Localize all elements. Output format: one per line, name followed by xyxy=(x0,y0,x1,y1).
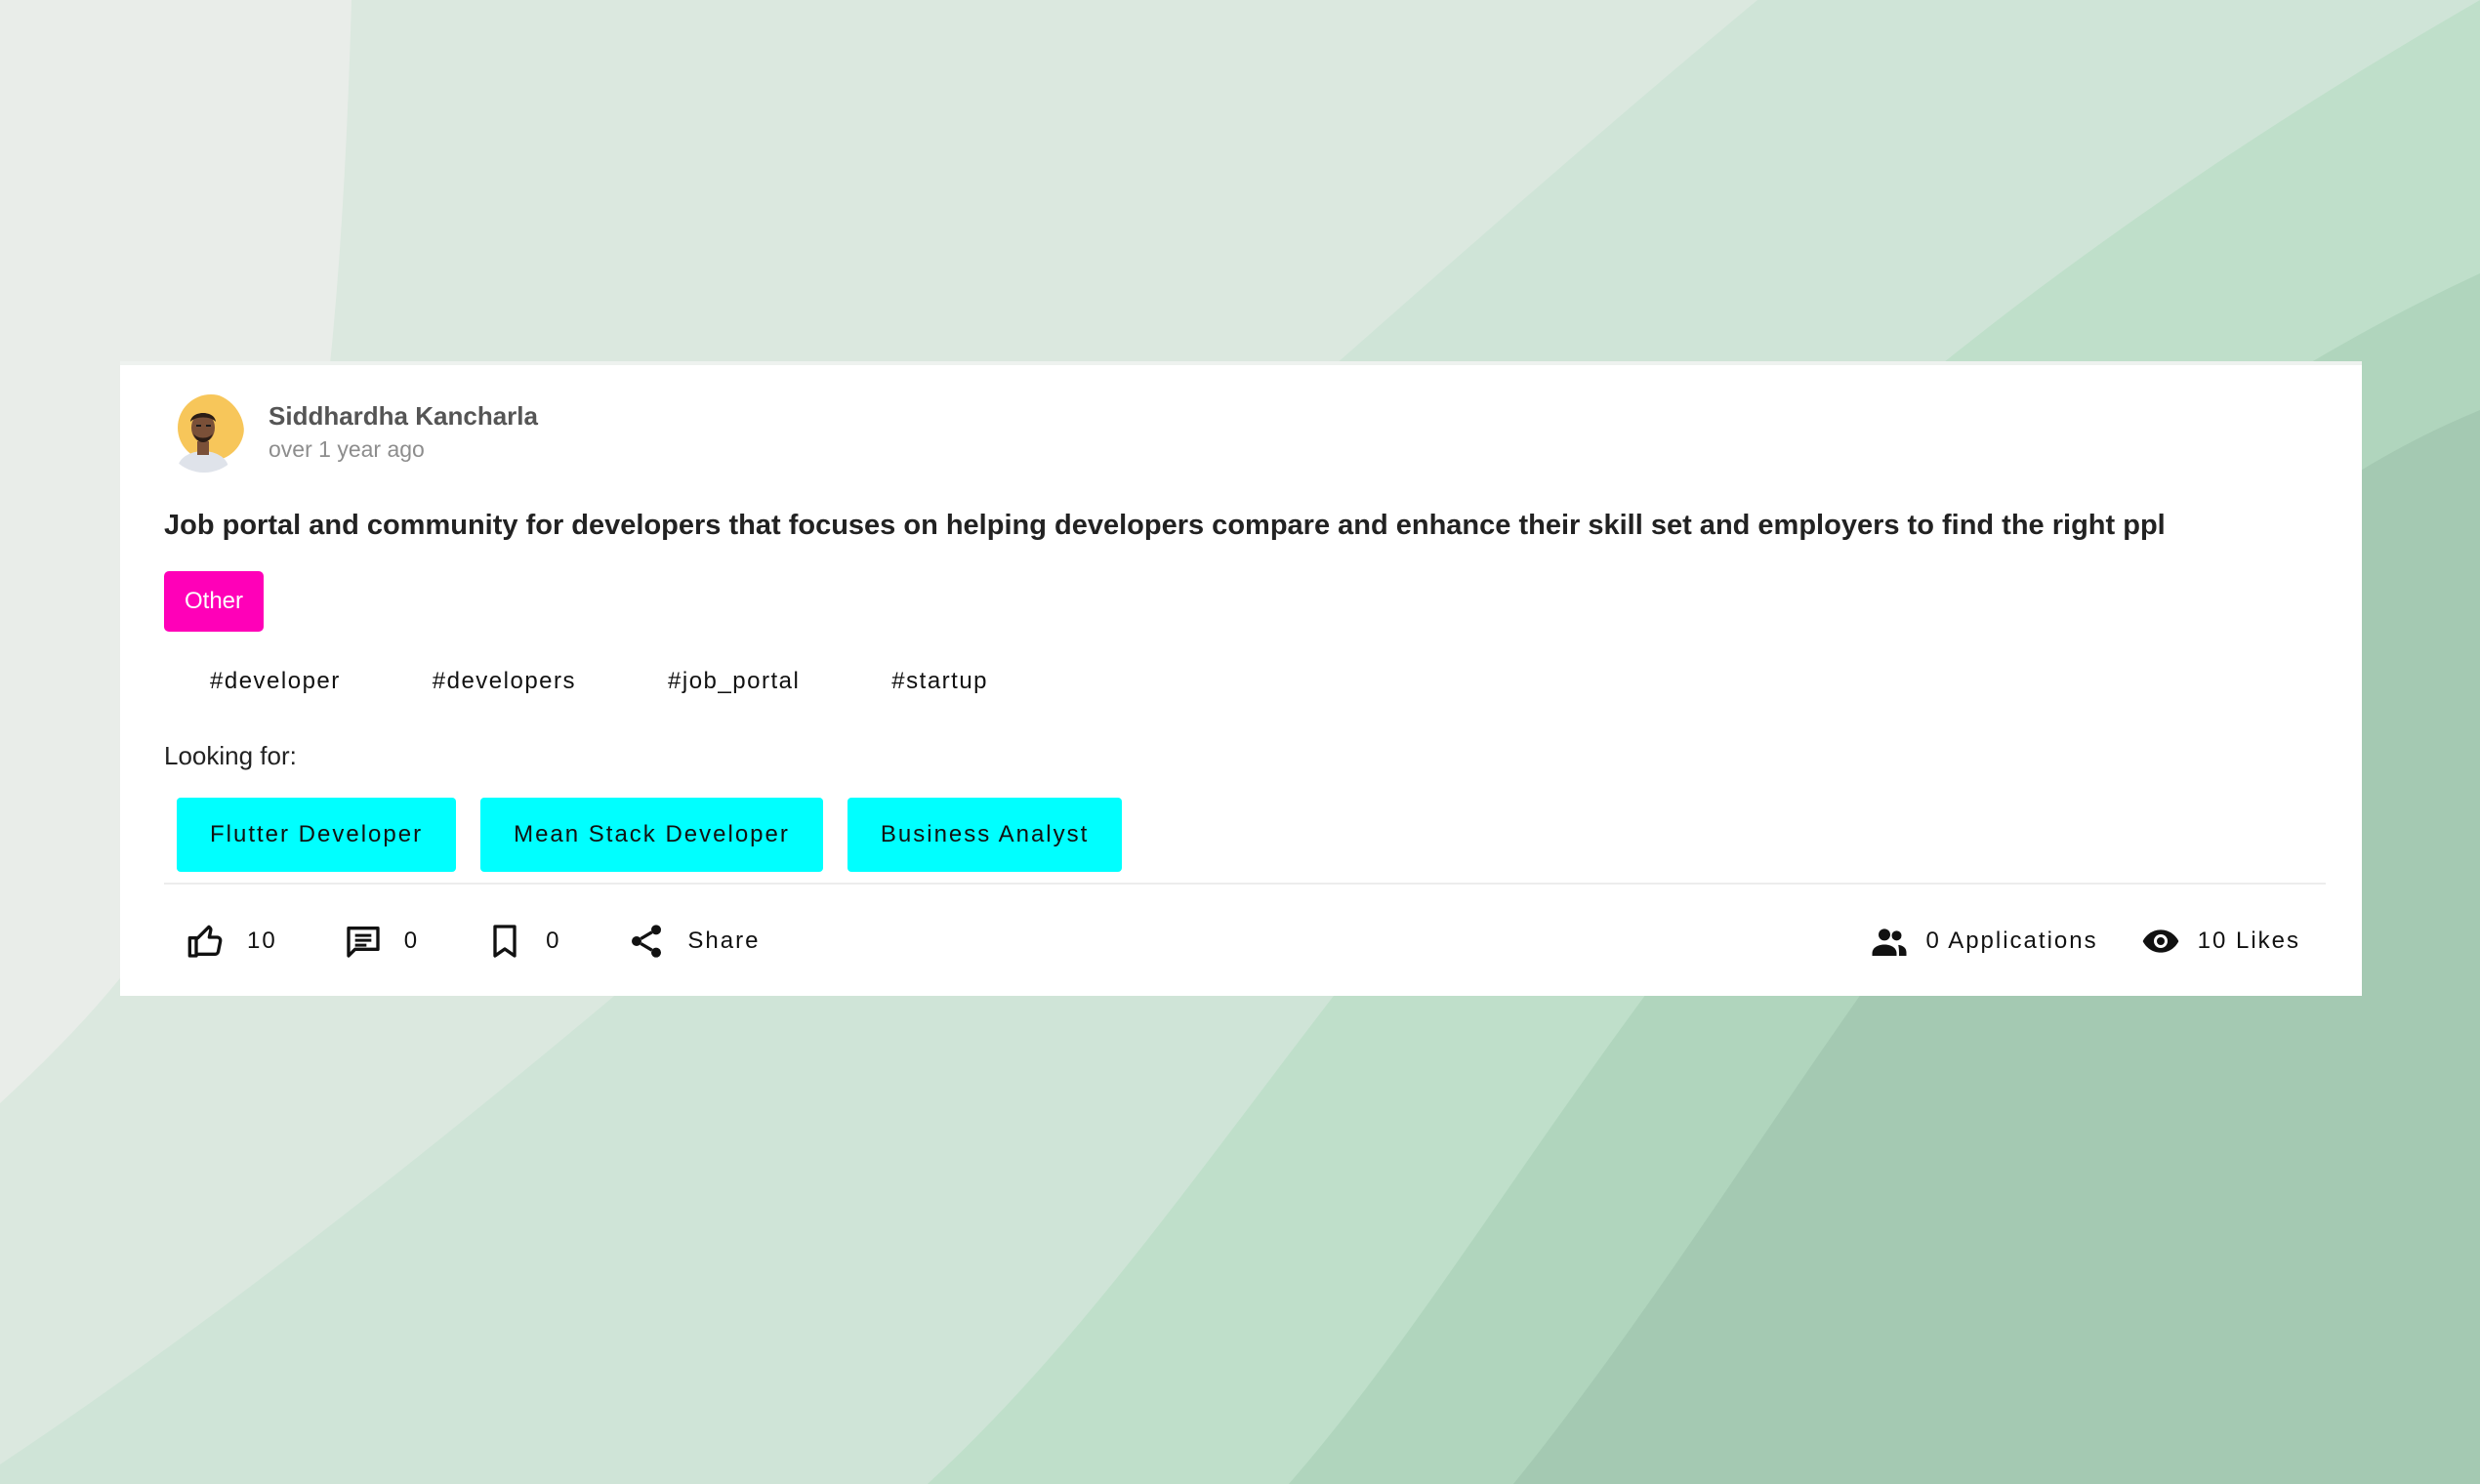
like-count: 10 xyxy=(247,928,277,954)
post-card: Siddhardha Kancharla over 1 year ago Job… xyxy=(120,361,2362,996)
action-bar: 10 0 0 Share xyxy=(186,922,826,961)
hashtag[interactable]: #startup xyxy=(891,664,988,699)
hashtag-list: #developer #developers #job_portal #star… xyxy=(210,664,1080,699)
comment-icon xyxy=(347,927,380,958)
likes-count: 10 Likes xyxy=(2197,928,2300,954)
likes-stat[interactable]: 10 Likes xyxy=(2141,922,2300,961)
author-block: Siddhardha Kancharla over 1 year ago xyxy=(269,399,538,466)
thumb-up-icon xyxy=(187,925,223,958)
applications-count: 0 Applications xyxy=(1925,928,2098,954)
hashtag[interactable]: #developers xyxy=(433,664,576,699)
hashtag[interactable]: #developer xyxy=(210,664,341,699)
post-text: Job portal and community for developers … xyxy=(164,510,2166,541)
avatar[interactable] xyxy=(164,392,244,473)
category-badge[interactable]: Other xyxy=(164,571,265,632)
applications-stat[interactable]: 0 Applications xyxy=(1870,922,2098,961)
share-icon xyxy=(632,925,662,958)
eye-icon xyxy=(2142,929,2178,953)
post-time: over 1 year ago xyxy=(269,436,425,462)
bookmark-count: 0 xyxy=(546,928,561,954)
divider xyxy=(164,883,2326,885)
role-chip[interactable]: Flutter Developer xyxy=(177,798,457,872)
share-button[interactable]: Share xyxy=(627,922,760,961)
comment-count: 0 xyxy=(403,928,420,954)
people-icon xyxy=(1872,928,1906,956)
post-stats: 0 Applications 10 Likes xyxy=(1827,922,2301,961)
avatar-image xyxy=(164,392,244,473)
bookmark-button[interactable]: 0 xyxy=(485,922,560,961)
comment-button[interactable]: 0 xyxy=(344,922,419,961)
looking-for-label: Looking for: xyxy=(164,741,297,770)
like-button[interactable]: 10 xyxy=(186,922,277,961)
author-name[interactable]: Siddhardha Kancharla xyxy=(269,399,538,433)
role-chip[interactable]: Mean Stack Developer xyxy=(480,798,823,872)
role-list: Flutter Developer Mean Stack Developer B… xyxy=(177,798,1146,872)
post-header: Siddhardha Kancharla over 1 year ago xyxy=(164,392,538,473)
share-label: Share xyxy=(687,928,761,954)
hashtag[interactable]: #job_portal xyxy=(668,664,800,699)
role-chip[interactable]: Business Analyst xyxy=(847,798,1123,872)
bookmark-icon xyxy=(493,925,517,958)
